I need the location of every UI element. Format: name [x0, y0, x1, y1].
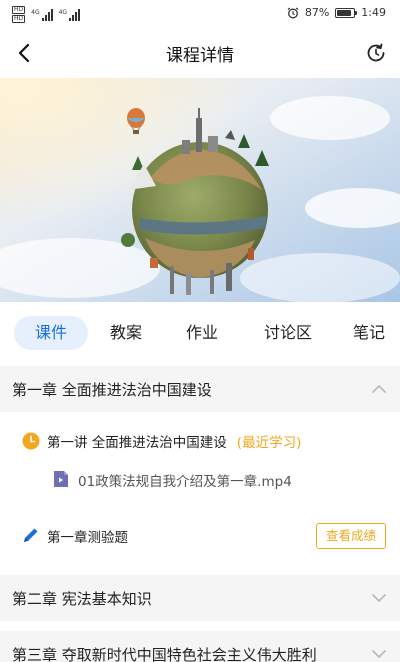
tab-lesson-plan[interactable]: 教案: [94, 316, 158, 350]
clock-time: 1:49: [361, 6, 386, 19]
lesson-title-text: 第一讲 全面推进法治中国建设: [47, 435, 227, 451]
hd-badge: HD HD: [12, 6, 26, 23]
network-label: 4G: [31, 8, 40, 16]
recent-study-tag: (最近学习): [236, 435, 302, 451]
status-bar: HD HD 4G 4G 87% 1:49: [0, 0, 400, 28]
chevron-down-icon: [372, 594, 386, 602]
file-item[interactable]: 01政策法规自我介绍及第一章.mp4: [0, 461, 400, 497]
hd-label: HD: [12, 6, 26, 14]
tab-notes[interactable]: 笔记: [338, 316, 400, 350]
chapter-title: 第二章 宪法基本知识: [12, 590, 152, 608]
tab-discussion[interactable]: 讨论区: [250, 316, 326, 350]
chapter-3-header[interactable]: 第三章 夺取新时代中国特色社会主义伟大胜利: [0, 631, 400, 662]
refresh-icon: [367, 43, 385, 62]
view-score-button[interactable]: 查看成绩: [316, 523, 386, 549]
battery-percent: 87%: [304, 6, 330, 19]
chapter-title: 第一章 全面推进法治中国建设: [12, 381, 212, 399]
chapter-2-header[interactable]: 第二章 宪法基本知识: [0, 575, 400, 621]
status-left: HD HD 4G 4G: [12, 6, 81, 23]
network-label: 4G: [58, 8, 68, 16]
hd-label: HD: [12, 15, 26, 23]
lesson-row[interactable]: 第一讲 全面推进法治中国建设 (最近学习): [0, 420, 400, 460]
chapter-title: 第三章 夺取新时代中国特色社会主义伟大胜利: [12, 646, 317, 662]
page-title: 课程详情: [166, 46, 234, 66]
chevron-down-icon: [372, 650, 386, 658]
alarm-icon: [287, 7, 299, 18]
refresh-button[interactable]: [360, 37, 392, 69]
battery-icon: [335, 7, 358, 18]
quiz-title: 第一章测验题: [47, 530, 128, 546]
quiz-row: 第一章测验题 查看成绩: [0, 513, 400, 557]
tab-courseware[interactable]: 课件: [14, 316, 88, 350]
clock-icon: [22, 432, 40, 450]
planet-illustration: [0, 78, 400, 302]
pencil-icon: [24, 528, 38, 542]
battery-fill: [337, 9, 352, 16]
app-header: 课程详情: [0, 28, 400, 78]
chevron-up-icon: [372, 385, 386, 393]
tab-homework[interactable]: 作业: [170, 316, 234, 350]
chapter-1-header[interactable]: 第一章 全面推进法治中国建设: [0, 366, 400, 412]
file-name: 01政策法规自我介绍及第一章.mp4: [78, 474, 292, 490]
video-file-icon: [54, 471, 68, 487]
course-tabs: 课件 教案 作业 讨论区 笔记: [0, 312, 400, 354]
signal-icon: 4G: [58, 8, 81, 21]
lesson-title: 第一讲 全面推进法治中国建设 (最近学习): [47, 431, 301, 451]
status-right: 87% 1:49: [287, 6, 386, 19]
course-banner-image: [0, 78, 400, 302]
signal-icon: 4G: [31, 8, 53, 21]
